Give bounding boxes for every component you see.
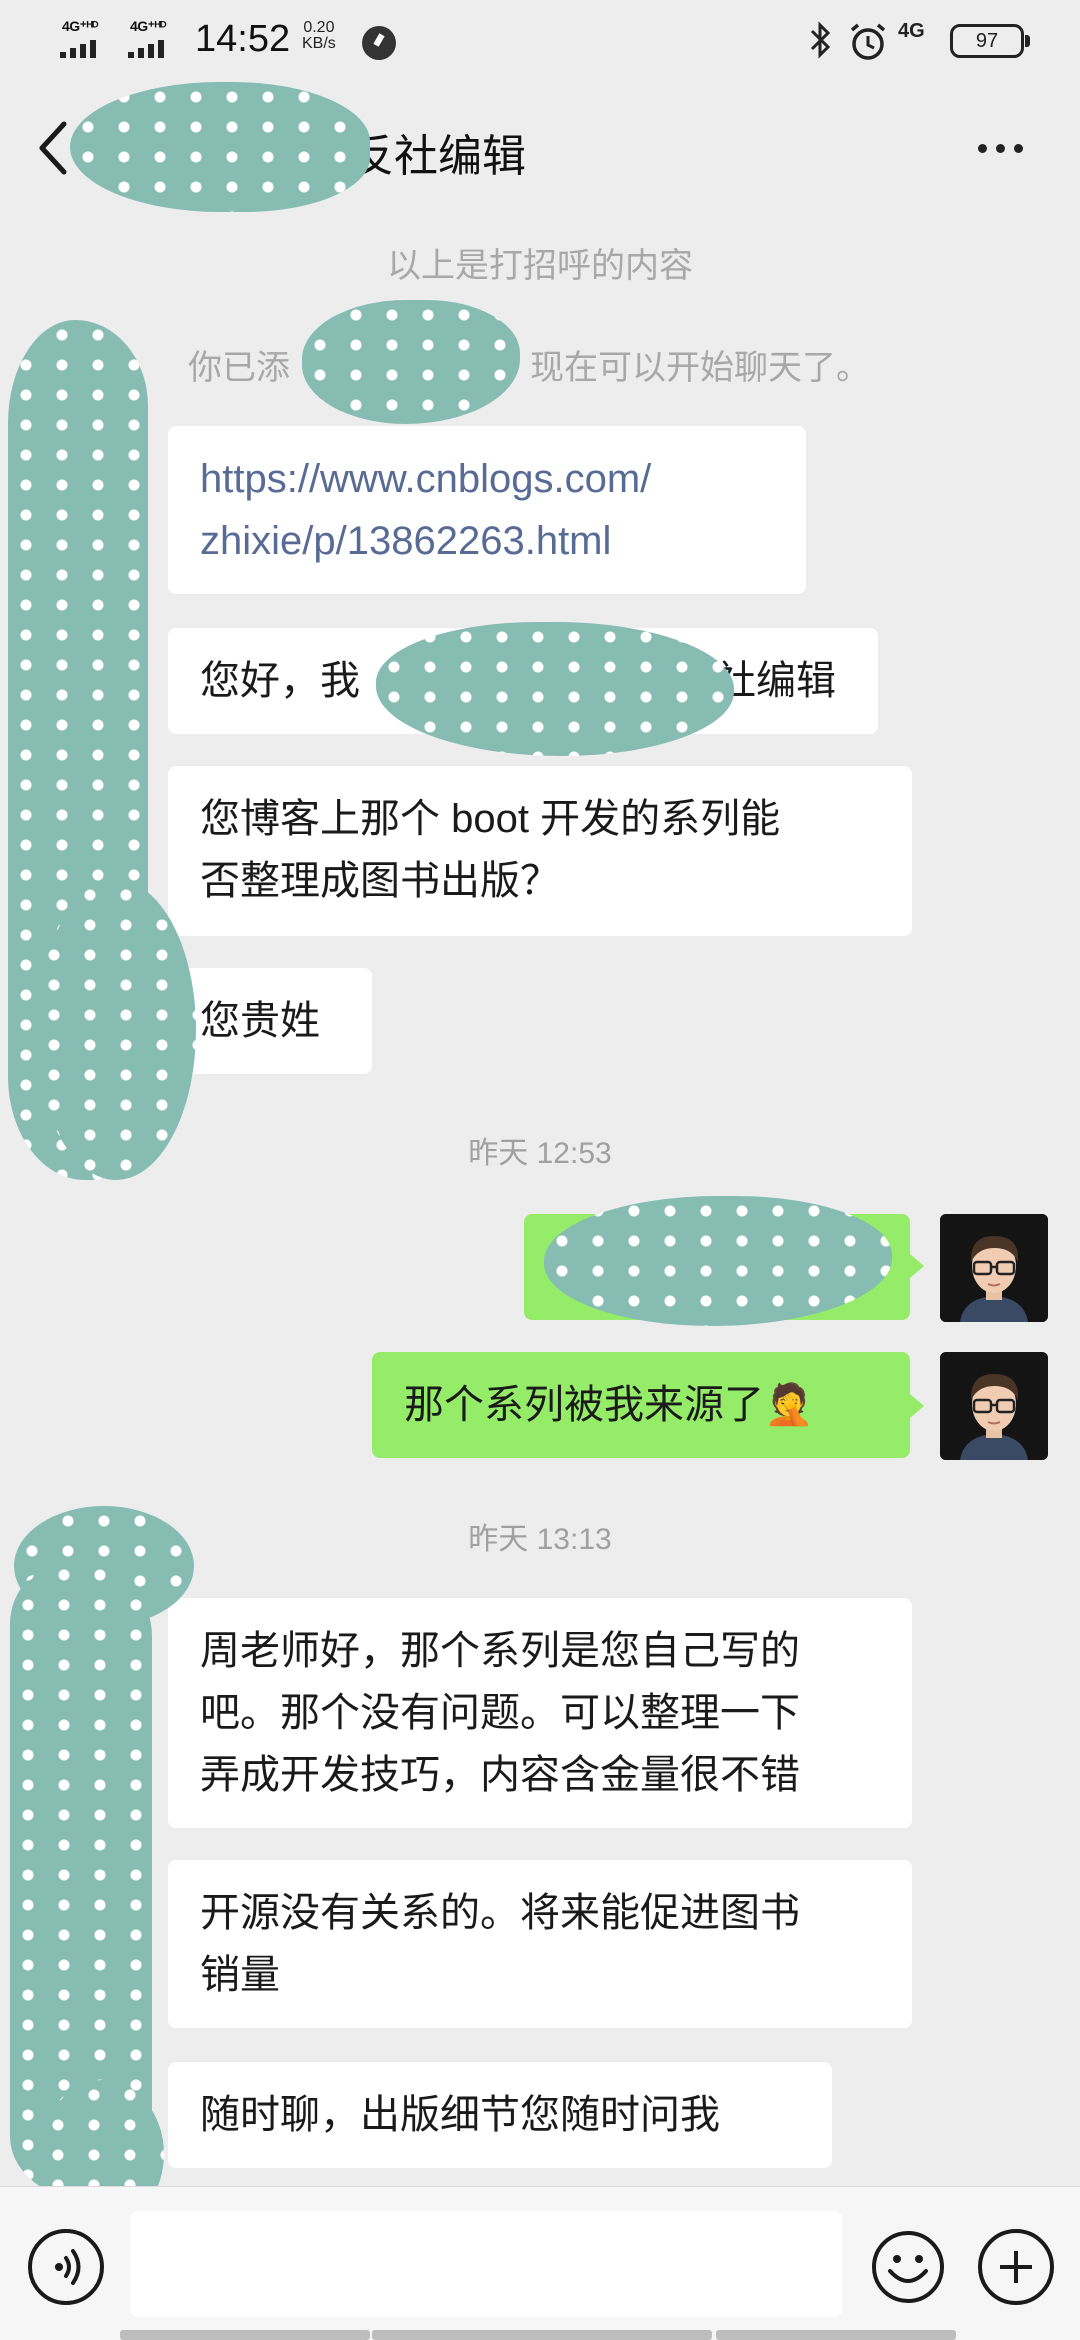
redaction-mask [302, 300, 520, 424]
network-type: 4G [898, 20, 925, 42]
network-speed: 0.20 KB/s [302, 20, 336, 52]
battery-indicator: 97 [950, 24, 1030, 58]
signal-2-label: 4G⁺ᴴᴰ [130, 18, 167, 34]
message-input[interactable] [130, 2211, 842, 2317]
message-line: 周老师好，那个系列是您自己写的 [200, 1629, 800, 1673]
greeting-note: 以上是打招呼的内容 [387, 247, 693, 285]
message-bubble[interactable]: 周老师好，那个系列是您自己写的 吧。那个没有问题。可以整理一下 弄成开发技巧，内… [168, 1598, 912, 1828]
message-line: 您好，我 [200, 659, 360, 703]
message-bubble-link[interactable]: https://www.cnblogs.com/ zhixie/p/138622… [168, 426, 806, 594]
friend-added-prefix: 你已添 [188, 349, 290, 387]
speed-meter-icon [362, 26, 396, 60]
network-speed-value: 0.20 [303, 19, 335, 36]
bluetooth-icon [810, 21, 831, 59]
emoji-icon[interactable] [870, 2229, 946, 2305]
keyboard-hint [372, 2330, 712, 2340]
redaction-mask [376, 622, 734, 756]
alarm-icon [850, 23, 886, 60]
avatar[interactable] [940, 1352, 1048, 1460]
bubble-tail [910, 1254, 924, 1278]
timestamp: 昨天 12:53 [468, 1137, 612, 1170]
message-bubble-out[interactable]: 那个系列被我来源了🤦 [372, 1352, 910, 1458]
plus-icon[interactable] [978, 2229, 1054, 2305]
chat-screen: 4G⁺ᴴᴰ 4G⁺ᴴᴰ 14:52 0.20 KB/s 4G 97 反社编辑 以… [0, 0, 1080, 2340]
title-bar: 反社编辑 [0, 80, 1080, 216]
message-line: 社编辑 [716, 659, 836, 703]
message-bubble[interactable]: 您贵姓 [168, 968, 372, 1074]
redaction-mask [70, 82, 370, 212]
keyboard-hint [716, 2330, 956, 2340]
status-bar: 4G⁺ᴴᴰ 4G⁺ᴴᴰ 14:52 0.20 KB/s 4G 97 [0, 0, 1080, 80]
message-bubble[interactable]: 开源没有关系的。将来能促进图书 销量 [168, 1860, 912, 2028]
friend-added-suffix: 现在可以开始聊天了。 [530, 349, 870, 387]
more-dots-icon[interactable] [972, 132, 1032, 162]
network-speed-unit: KB/s [302, 35, 336, 52]
avatar[interactable] [940, 1214, 1048, 1322]
message-line: zhixie/p/13862263.html [200, 519, 612, 563]
input-bar [0, 2186, 1080, 2340]
message-line: 您贵姓 [200, 999, 320, 1043]
message-line: 您博客上那个 boot 开发的系列能 [200, 797, 781, 841]
message-line: 否整理成图书出版？ [200, 859, 560, 903]
signal-1-label: 4G⁺ᴴᴰ [62, 18, 99, 34]
bubble-tail [910, 1394, 924, 1418]
message-line: 那个系列被我来源了🤦 [404, 1383, 814, 1427]
message-bubble[interactable]: 您博客上那个 boot 开发的系列能 否整理成图书出版？ [168, 766, 912, 936]
chevron-left-icon[interactable] [34, 118, 74, 178]
message-bubble[interactable]: 随时聊，出版细节您随时问我 [168, 2062, 832, 2168]
keyboard-hint [120, 2330, 370, 2340]
voice-icon[interactable] [28, 2229, 104, 2305]
message-line: 吧。那个没有问题。可以整理一下 [200, 1691, 800, 1735]
message-line: 弄成开发技巧，内容含金量很不错 [200, 1753, 800, 1797]
message-line: https://www.cnblogs.com/ [200, 457, 652, 501]
message-line: 销量 [200, 1953, 280, 1997]
message-line: 随时聊，出版细节您随时问我 [200, 2093, 720, 2137]
status-time: 14:52 [195, 18, 291, 60]
message-line: 开源没有关系的。将来能促进图书 [200, 1891, 800, 1935]
